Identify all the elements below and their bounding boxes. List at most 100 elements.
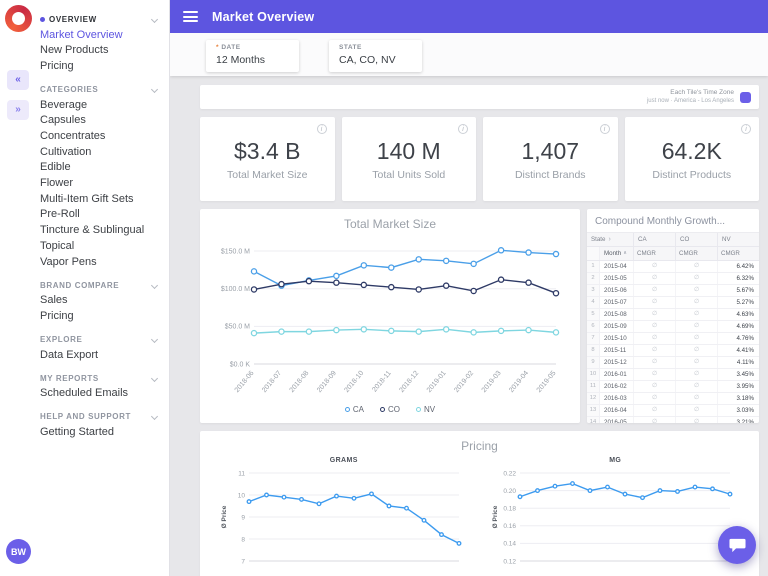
svg-text:2019-01: 2019-01 — [426, 370, 448, 394]
required-star: * — [216, 44, 220, 51]
null-value-icon: ∅ — [633, 381, 675, 392]
legend-item-ca[interactable]: CA — [344, 405, 364, 414]
svg-text:11: 11 — [238, 470, 245, 477]
null-value-icon: ∅ — [633, 309, 675, 320]
filter-cards: * DATE 12 Months STATE CA, CO, NV — [206, 40, 422, 72]
nav-section-header-categories[interactable]: CATEGORIES — [40, 85, 161, 94]
cmgr-value: 5.67% — [717, 285, 759, 296]
legend-marker-icon — [380, 407, 385, 412]
cmgr-value: 6.32% — [717, 273, 759, 284]
double-chevron-right-button[interactable]: » — [7, 100, 29, 120]
cmgr-header-ca[interactable]: CMGR — [633, 247, 675, 260]
double-chevron-left-button[interactable]: « — [7, 70, 29, 90]
section-dot-icon — [40, 17, 45, 22]
row-number: 13 — [587, 405, 600, 416]
kpi-label: Total Units Sold — [372, 168, 446, 181]
sidebar-item-beverage[interactable]: Beverage — [38, 97, 163, 113]
topbar: Market Overview — [170, 0, 768, 33]
sidebar-item-scheduled-emails[interactable]: Scheduled Emails — [38, 386, 163, 402]
kpi-label: Distinct Products — [652, 168, 732, 181]
month-cell: 2015-12 — [604, 359, 627, 366]
legend-item-nv[interactable]: NV — [416, 405, 435, 414]
legend-item-co[interactable]: CO — [380, 405, 400, 414]
sidebar-item-edible[interactable]: Edible — [38, 160, 163, 176]
chat-button[interactable] — [718, 526, 756, 564]
growth-table-row[interactable]: 11 2016-02 ∅ ∅ 3.95% — [587, 381, 759, 393]
row-number: 4 — [587, 297, 600, 308]
date-filter[interactable]: * DATE 12 Months — [206, 40, 299, 72]
growth-table-row[interactable]: 6 2015-09 ∅ ∅ 4.69% — [587, 321, 759, 333]
growth-table-row[interactable]: 8 2015-11 ∅ ∅ 4.41% — [587, 345, 759, 357]
grams-price-chart[interactable]: 7 8 9 10 11 Ø Price — [219, 465, 469, 574]
sidebar-item-getting-started[interactable]: Getting Started — [38, 424, 163, 440]
growth-table-row[interactable]: 10 2016-01 ∅ ∅ 3.45% — [587, 369, 759, 381]
hamburger-menu-icon[interactable] — [183, 9, 199, 25]
sidebar-item-vapor-pens[interactable]: Vapor Pens — [38, 254, 163, 270]
svg-text:0.20: 0.20 — [504, 488, 517, 495]
sidebar-item-concentrates[interactable]: Concentrates — [38, 128, 163, 144]
growth-table-row[interactable]: 2 2015-05 ∅ ∅ 6.32% — [587, 273, 759, 285]
mg-price-chart[interactable]: 0.12 0.14 0.16 0.18 0.20 0.22 Ø Price — [490, 465, 740, 574]
svg-text:2018-06: 2018-06 — [234, 370, 256, 394]
state-header-label: State — [591, 236, 606, 243]
growth-table-body: 1 2015-04 ∅ ∅ 6.42% 2 2015-05 ∅ ∅ 6.32% 3 2015-06 ∅ ∅… — [587, 261, 759, 423]
info-icon[interactable]: i — [741, 124, 751, 134]
growth-table-row[interactable]: 4 2015-07 ∅ ∅ 5.27% — [587, 297, 759, 309]
growth-table-row[interactable]: 9 2015-12 ∅ ∅ 4.11% — [587, 357, 759, 369]
cmgr-header-nv[interactable]: CMGR — [717, 247, 759, 260]
legend-marker-icon — [416, 407, 421, 412]
sidebar-item-capsules[interactable]: Capsules — [38, 113, 163, 129]
state-filter-value: CA, CO, NV — [339, 54, 396, 66]
sidebar-item-new-products[interactable]: New Products — [38, 43, 163, 59]
growth-table-row[interactable]: 3 2015-06 ∅ ∅ 5.67% — [587, 285, 759, 297]
filter-label-text: DATE — [221, 44, 241, 51]
sidebar-item-market-overview[interactable]: Market Overview — [38, 27, 163, 43]
sidebar-item-pre-roll[interactable]: Pre-Roll — [38, 207, 163, 223]
growth-table-row[interactable]: 5 2015-08 ∅ ∅ 4.63% — [587, 309, 759, 321]
info-icon[interactable]: i — [316, 124, 327, 134]
nav-section-header-overview[interactable]: OVERVIEW — [40, 15, 161, 24]
sidebar-item-cultivation[interactable]: Cultivation — [38, 144, 163, 160]
nav-section-header-my-reports[interactable]: MY REPORTS — [40, 374, 161, 383]
sidebar-item-pricing[interactable]: Pricing — [38, 308, 163, 324]
chevron-down-icon — [150, 374, 159, 382]
svg-text:Ø Price: Ø Price — [492, 505, 499, 528]
sidebar-item-flower[interactable]: Flower — [38, 176, 163, 192]
info-icon[interactable]: i — [458, 124, 468, 134]
nav-section-header-help-and-support[interactable]: HELP AND SUPPORT — [40, 412, 161, 421]
cmgr-value: 4.41% — [717, 345, 759, 356]
grams-chart-title: GRAMS — [329, 457, 358, 464]
sidebar-item-topical[interactable]: Topical — [38, 238, 163, 254]
line-chart-svg: 7 8 9 10 11 Ø Price — [221, 470, 462, 565]
timezone-bar: Each Tile's Time Zone just now · America… — [200, 85, 759, 109]
line-chart-svg: $0.0 K$50.0 M$100.0 M$150.0 M2018-06 2018… — [221, 247, 560, 394]
state-header[interactable]: State › — [587, 233, 633, 246]
chevron-down-icon — [150, 15, 159, 24]
timezone-icon[interactable] — [740, 91, 751, 103]
kpi-row: i $3.4 B Total Market Size i 140 M Total Unit… — [200, 117, 759, 201]
nav-section-header-brand-compare[interactable]: BRAND COMPARE — [40, 281, 161, 290]
growth-table-row[interactable]: 7 2015-10 ∅ ∅ 4.76% — [587, 333, 759, 345]
nav-section-header-explore[interactable]: EXPLORE — [40, 335, 161, 344]
total-market-size-chart[interactable]: $0.0 K $50.0 M $100.0 M $150.0 M 2018-06 2018… — [208, 232, 572, 409]
sidebar-item-tincture-sublingual[interactable]: Tincture & Sublingual — [38, 223, 163, 239]
sidebar-item-pricing[interactable]: Pricing — [38, 58, 163, 74]
growth-table-row[interactable]: 14 2016-05 ∅ ∅ 3.21% — [587, 417, 759, 423]
app-logo-icon[interactable] — [4, 5, 32, 32]
user-avatar[interactable]: BW — [6, 539, 31, 564]
svg-text:2018-08: 2018-08 — [289, 370, 311, 394]
growth-table-row[interactable]: 12 2016-03 ∅ ∅ 3.18% — [587, 393, 759, 405]
state-filter[interactable]: STATE CA, CO, NV — [329, 40, 422, 72]
month-cell: 2015-10 — [604, 335, 627, 342]
month-column-header[interactable]: Month ∧ — [600, 247, 633, 260]
info-icon[interactable]: i — [599, 124, 610, 134]
growth-table-row[interactable]: 1 2015-04 ∅ ∅ 6.42% — [587, 261, 759, 273]
sidebar-item-data-export[interactable]: Data Export — [38, 347, 163, 363]
null-value-icon: ∅ — [675, 357, 717, 368]
row-number: 10 — [587, 369, 600, 380]
cmgr-header-co[interactable]: CMGR — [675, 247, 717, 260]
sidebar-item-multi-item-gift-sets[interactable]: Multi-Item Gift Sets — [38, 191, 163, 207]
growth-table-row[interactable]: 13 2016-04 ∅ ∅ 3.03% — [587, 405, 759, 417]
sidebar-item-sales[interactable]: Sales — [38, 293, 163, 309]
chevron-down-icon — [150, 86, 159, 94]
